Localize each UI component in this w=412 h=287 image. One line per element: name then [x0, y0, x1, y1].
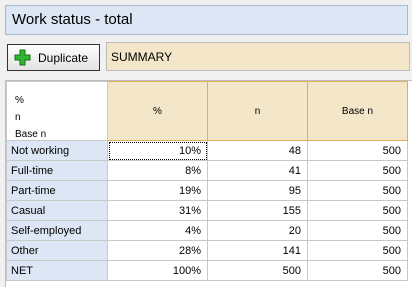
table-row: NET 100% 500 500 — [6, 260, 408, 281]
results-grid: % n Base n % n Base n Not working 10% 48… — [5, 80, 412, 287]
row-header[interactable]: Other — [6, 240, 108, 261]
table-cell[interactable]: 141 — [207, 240, 308, 261]
table-cell[interactable]: 31% — [107, 200, 208, 221]
table-row: Casual 31% 155 500 — [6, 200, 408, 221]
corner-cell: % n Base n — [6, 81, 108, 141]
table-cell[interactable]: 500 — [307, 180, 408, 201]
column-header-base-n[interactable]: Base n — [307, 81, 408, 141]
table-cell[interactable]: 500 — [307, 200, 408, 221]
column-header-pct[interactable]: % — [107, 81, 208, 141]
table-cell[interactable]: 19% — [107, 180, 208, 201]
column-header-n[interactable]: n — [207, 81, 308, 141]
table-cell[interactable]: 41 — [207, 160, 308, 181]
table-cell[interactable]: 155 — [207, 200, 308, 221]
table-row: Not working 10% 48 500 — [6, 140, 408, 161]
summary-value: SUMMARY — [111, 50, 173, 64]
table-cell[interactable]: 95 — [207, 180, 308, 201]
table-cell[interactable]: 100% — [107, 260, 208, 281]
table-row: Other 28% 141 500 — [6, 240, 408, 261]
corner-line-pct: % — [15, 95, 24, 106]
table-cell[interactable]: 500 — [307, 260, 408, 281]
table-cell[interactable]: 500 — [307, 140, 408, 161]
corner-line-base: Base n — [15, 129, 47, 140]
row-header[interactable]: Full-time — [6, 160, 108, 181]
table-cell[interactable]: 10% — [107, 140, 208, 161]
row-header[interactable]: Self-employed — [6, 220, 108, 241]
table-cell[interactable]: 20 — [207, 220, 308, 241]
table-cell[interactable]: 8% — [107, 160, 208, 181]
table-cell[interactable]: 48 — [207, 140, 308, 161]
table-cell[interactable]: 500 — [307, 160, 408, 181]
table-cell[interactable]: 500 — [207, 260, 308, 281]
table-cell[interactable]: 28% — [107, 240, 208, 261]
plus-icon — [14, 49, 31, 66]
row-header[interactable]: NET — [6, 260, 108, 281]
table-cell[interactable]: 500 — [307, 240, 408, 261]
table-row: Part-time 19% 95 500 — [6, 180, 408, 201]
window-title: Work status - total — [12, 11, 133, 28]
duplicate-label: Duplicate — [38, 51, 89, 65]
corner-line-n: n — [15, 112, 21, 123]
row-header[interactable]: Casual — [6, 200, 108, 221]
title-bar: Work status - total — [5, 5, 408, 35]
table-row: Self-employed 4% 20 500 — [6, 220, 408, 241]
duplicate-button[interactable]: Duplicate — [7, 44, 100, 71]
summary-field[interactable]: SUMMARY — [106, 42, 410, 71]
row-header[interactable]: Not working — [6, 140, 108, 161]
table-row: Full-time 8% 41 500 — [6, 160, 408, 181]
table-cell[interactable]: 500 — [307, 220, 408, 241]
table-cell[interactable]: 4% — [107, 220, 208, 241]
row-header[interactable]: Part-time — [6, 180, 108, 201]
